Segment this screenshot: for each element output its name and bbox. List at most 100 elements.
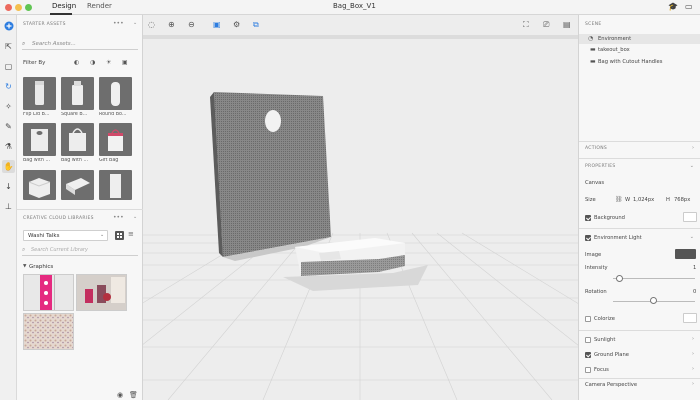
rotation-label: Rotation [585, 289, 607, 295]
environment-icon: ◔ [588, 35, 594, 42]
trash-icon[interactable]: 🗑 [129, 391, 138, 399]
minimize-window-button[interactable] [15, 4, 22, 11]
asset-label: Bag with ... [23, 158, 51, 163]
link-icon[interactable]: ⛓ [615, 196, 623, 203]
right-panel: SCENE ◔ Environment ▬ takeout_box ▬ Bag … [578, 15, 700, 400]
asset-thumbnail[interactable] [23, 123, 56, 156]
title-bar: Design Render Bag_Box_V1 🎓 ▭ [0, 0, 700, 15]
asset-thumbnail[interactable] [99, 77, 132, 110]
intensity-value[interactable]: 1 [693, 265, 696, 271]
asset-thumbnail[interactable] [99, 123, 132, 156]
cc-libraries-heading: CREATIVE CLOUD LIBRARIES [23, 216, 94, 221]
rotation-value[interactable]: 0 [693, 289, 696, 295]
height-field[interactable]: 768px [674, 197, 690, 203]
paint-icon[interactable]: ⚗ [2, 140, 15, 153]
tab-render[interactable]: Render [87, 2, 112, 10]
chevron-down-icon[interactable]: ⌄ [690, 234, 694, 240]
camera-perspective-label: Camera Perspective [585, 382, 638, 388]
asset-label: Square B... [61, 112, 88, 117]
hand-icon[interactable]: ✋ [2, 160, 15, 173]
eyedropper-icon[interactable]: ✎ [2, 120, 15, 133]
filter-models-icon[interactable]: ◑ [90, 59, 95, 66]
scene-heading: SCENE [585, 22, 602, 27]
intensity-label: Intensity [585, 265, 608, 271]
sunlight-checkbox[interactable] [585, 337, 591, 343]
intensity-slider-track[interactable] [613, 278, 695, 279]
chevron-down-icon[interactable]: ⌄ [133, 20, 137, 26]
add-icon[interactable] [2, 19, 15, 32]
select-icon[interactable]: ⇱ [2, 40, 15, 53]
eye-icon[interactable]: ◉ [117, 391, 123, 399]
asset-thumbnail[interactable] [61, 170, 94, 200]
asset-thumbnail[interactable] [99, 170, 132, 200]
window-title: Bag_Box_V1 [333, 2, 376, 10]
focus-checkbox[interactable] [585, 367, 591, 373]
chevron-down-icon[interactable]: ⌄ [133, 214, 137, 220]
canvas-label: Canvas [585, 180, 605, 186]
colorize-color-swatch[interactable] [683, 313, 697, 323]
search-icon: ⌕ [22, 246, 26, 253]
orbit-icon[interactable]: ↻ [2, 80, 15, 93]
asset-thumbnail[interactable] [23, 170, 56, 200]
graphic-thumbnail[interactable] [23, 313, 74, 350]
graphic-thumbnail[interactable] [76, 274, 127, 311]
asset-search-placeholder: Search Assets... [32, 41, 76, 47]
filter-images-icon[interactable]: ▣ [122, 59, 128, 66]
frame-icon[interactable]: ▢ [2, 60, 15, 73]
scene-item-bag[interactable]: Bag with Cutout Handles [598, 59, 662, 65]
learn-icon[interactable]: 🎓 [668, 2, 678, 11]
scene-item-environment[interactable]: Environment [598, 36, 631, 42]
chevron-right-icon[interactable]: › [692, 145, 694, 151]
section-divider [579, 158, 700, 159]
asset-search-field[interactable]: ⌕ Search Assets... [22, 39, 138, 50]
asset-label: Bag with ... [61, 158, 89, 163]
folder-icon: ▬ [590, 58, 596, 65]
sunlight-label: Sunlight [594, 337, 616, 343]
library-dropdown[interactable]: Washi Talks ⌄ [23, 230, 108, 241]
properties-heading: PROPERTIES [585, 164, 616, 169]
scene-item-takeout-box[interactable]: takeout_box [598, 47, 630, 53]
scene-3d-view [143, 35, 578, 400]
rotation-slider-knob[interactable] [650, 297, 657, 304]
align-icon[interactable]: ⊥ [2, 200, 15, 213]
section-divider [579, 378, 700, 379]
more-icon[interactable]: ••• [113, 20, 124, 27]
environment-light-checkbox[interactable] [585, 235, 591, 241]
colorize-checkbox[interactable] [585, 316, 591, 322]
width-field[interactable]: 1,024px [633, 197, 654, 203]
library-search-placeholder: Search Current Library [31, 247, 88, 253]
environment-light-label: Environment Light [594, 235, 642, 241]
ground-plane-checkbox[interactable] [585, 352, 591, 358]
image-label: Image [585, 252, 602, 258]
environment-image-thumbnail[interactable] [675, 249, 696, 259]
grid-view-icon[interactable] [115, 231, 124, 240]
close-window-button[interactable] [5, 4, 12, 11]
background-color-swatch[interactable] [683, 212, 697, 222]
ground-plane-label: Ground Plane [594, 352, 629, 358]
chevron-right-icon[interactable]: › [692, 336, 694, 342]
graphic-thumbnail[interactable] [23, 274, 74, 311]
collapse-triangle-icon[interactable]: ▼ [23, 264, 26, 269]
magic-wand-icon[interactable]: ✧ [2, 100, 15, 113]
starter-assets-heading: STARTER ASSETS [23, 22, 66, 27]
asset-thumbnail[interactable] [23, 77, 56, 110]
filter-materials-icon[interactable]: ◐ [74, 59, 79, 66]
viewport-canvas[interactable]: ◌ ⊕ ⊖ ▣ ⚙ ⧉ ⛶ ⎚ ▤ [143, 15, 578, 400]
feedback-icon[interactable]: ▭ [685, 2, 693, 11]
asset-thumbnail[interactable] [61, 77, 94, 110]
intensity-slider-knob[interactable] [615, 275, 623, 282]
chevron-down-icon[interactable]: ⌄ [690, 163, 694, 169]
more-icon[interactable]: ••• [113, 214, 124, 221]
tab-design[interactable]: Design [52, 2, 76, 10]
background-checkbox[interactable] [585, 215, 591, 221]
chevron-right-icon[interactable]: › [692, 381, 694, 387]
library-search-field[interactable]: ⌕ Search Current Library [22, 245, 138, 256]
chevron-right-icon[interactable]: › [692, 366, 694, 372]
asset-thumbnail[interactable] [61, 123, 94, 156]
chevron-right-icon[interactable]: › [692, 351, 694, 357]
filter-lights-icon[interactable]: ☀ [106, 59, 111, 66]
list-view-icon[interactable]: ≡ [128, 230, 134, 238]
library-name: Washi Talks [28, 233, 60, 239]
drop-to-ground-icon[interactable]: ↓ [2, 180, 15, 193]
zoom-window-button[interactable] [25, 4, 32, 11]
